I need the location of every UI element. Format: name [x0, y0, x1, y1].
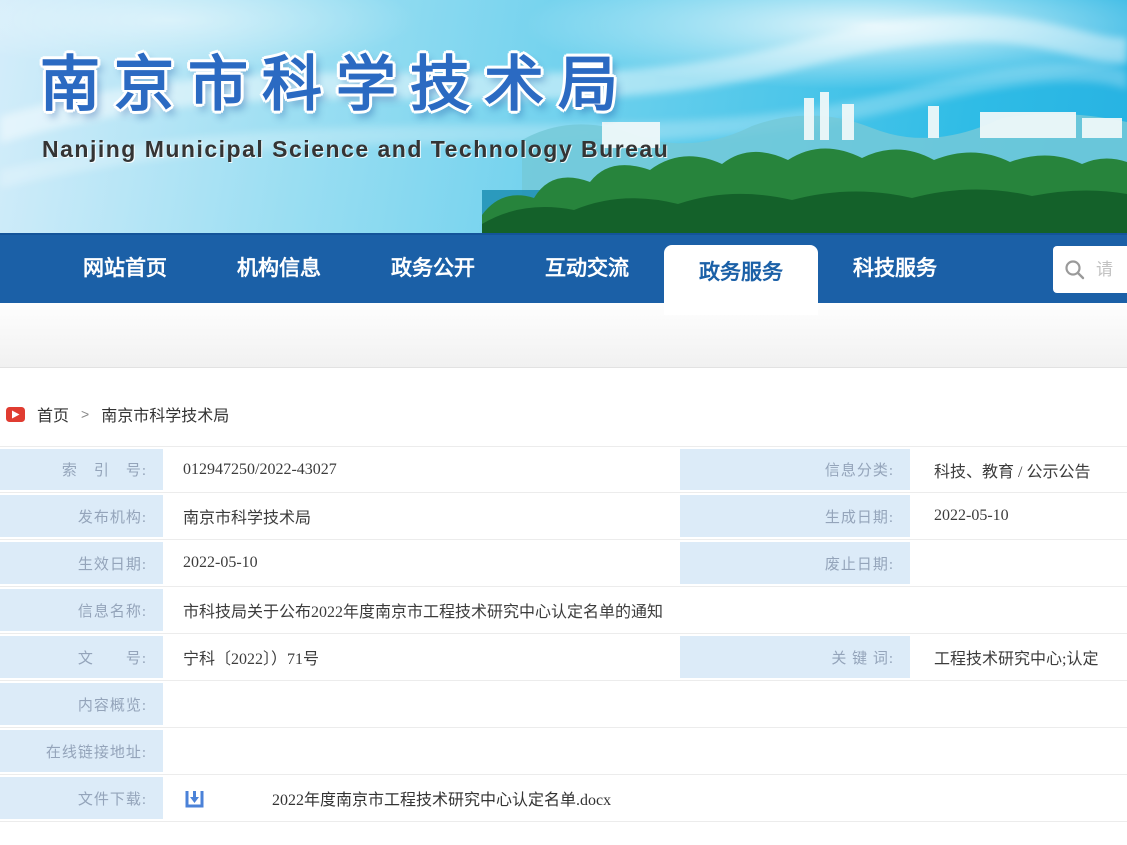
effective-date-label: 生效日期: [0, 540, 165, 586]
table-row-online-link: 在线链接地址: [0, 728, 1127, 775]
content-overview-label: 内容概览: [0, 681, 165, 727]
nav-item-organization[interactable]: 机构信息 [202, 235, 356, 303]
info-category-value: 科技、教育 / 公示公告 [912, 447, 1127, 492]
nav-subband [0, 303, 1127, 368]
breadcrumb-marker-icon [6, 407, 25, 422]
table-row-file-download: 文件下载: 2022年度南京市工程技术研究中心认定名单.docx [0, 775, 1127, 822]
download-icon[interactable] [183, 787, 206, 810]
table-row-publisher-created: 发布机构: 南京市科学技术局 生成日期: 2022-05-10 [0, 493, 1127, 540]
table-row-effective-repeal: 生效日期: 2022-05-10 废止日期: [0, 540, 1127, 587]
table-row-info-name: 信息名称: 市科技局关于公布2022年度南京市工程技术研究中心认定名单的通知 [0, 587, 1127, 634]
header-banner: 南京市科学技术局 Nanjing Municipal Science and T… [0, 0, 1127, 233]
created-date-value: 2022-05-10 [912, 493, 1127, 539]
info-name-label: 信息名称: [0, 587, 165, 633]
publisher-value: 南京市科学技术局 [165, 493, 678, 539]
nav-item-gov-services-active[interactable]: 政务服务 [664, 245, 818, 315]
nav-item-interaction[interactable]: 互动交流 [510, 235, 664, 303]
repeal-date-label: 废止日期: [678, 540, 912, 586]
breadcrumb: 首页 > 南京市科学技术局 [6, 403, 1127, 425]
index-number-value: 012947250/2022-43027 [165, 447, 678, 492]
online-link-value [165, 728, 1127, 774]
main-navigation: 网站首页 机构信息 政务公开 互动交流 政务服务 科技服务 [0, 233, 1127, 303]
online-link-label: 在线链接地址: [0, 728, 165, 774]
search-icon[interactable] [1064, 259, 1086, 281]
info-name-value: 市科技局关于公布2022年度南京市工程技术研究中心认定名单的通知 [165, 587, 1127, 633]
info-category-label: 信息分类: [678, 447, 912, 492]
nav-item-gov-disclosure[interactable]: 政务公开 [356, 235, 510, 303]
site-title: 南京市科学技术局 [40, 36, 632, 123]
file-download-value: 2022年度南京市工程技术研究中心认定名单.docx [165, 775, 1127, 821]
document-info-table: 索 引 号: 012947250/2022-43027 信息分类: 科技、教育 … [0, 446, 1127, 822]
nav-item-home[interactable]: 网站首页 [48, 235, 202, 303]
doc-number-value: 宁科〔2022〕）71号 [165, 634, 678, 680]
effective-date-value: 2022-05-10 [165, 540, 678, 586]
repeal-date-value [912, 540, 1127, 586]
breadcrumb-current-link[interactable]: 南京市科学技术局 [101, 402, 229, 426]
search-input[interactable] [1096, 260, 1127, 280]
created-date-label: 生成日期: [678, 493, 912, 539]
download-file-link[interactable]: 2022年度南京市工程技术研究中心认定名单.docx [272, 786, 611, 810]
index-number-label: 索 引 号: [0, 447, 165, 492]
content-overview-value [165, 681, 1127, 727]
table-row-docno-keywords: 文 号: 宁科〔2022〕）71号 关 键 词: 工程技术研究中心;认定 [0, 634, 1127, 681]
keywords-label: 关 键 词: [678, 634, 912, 680]
publisher-label: 发布机构: [0, 493, 165, 539]
table-row-overview: 内容概览: [0, 681, 1127, 728]
doc-number-label: 文 号: [0, 634, 165, 680]
nav-item-tech-services[interactable]: 科技服务 [818, 235, 972, 303]
file-download-label: 文件下载: [0, 775, 165, 821]
site-subtitle-english: Nanjing Municipal Science and Technology… [42, 136, 669, 163]
keywords-value: 工程技术研究中心;认定 [912, 634, 1127, 680]
table-row-index-category: 索 引 号: 012947250/2022-43027 信息分类: 科技、教育 … [0, 446, 1127, 493]
search-box[interactable] [1053, 246, 1127, 293]
breadcrumb-separator: > [81, 406, 89, 422]
breadcrumb-home-link[interactable]: 首页 [37, 402, 69, 426]
